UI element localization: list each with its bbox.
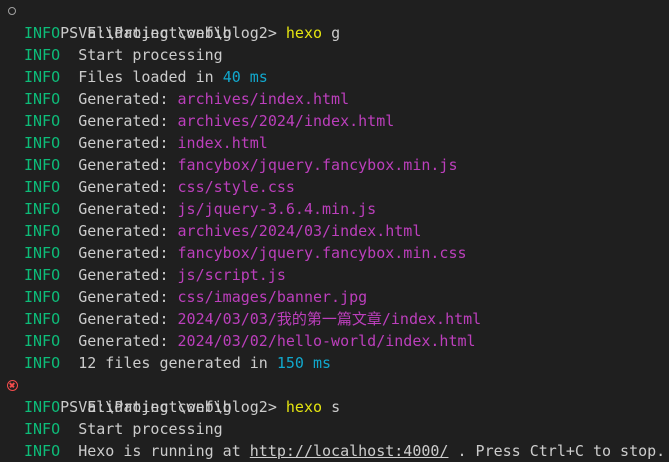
info-tag: INFO (24, 46, 61, 64)
log-message: Start processing (78, 46, 223, 64)
prompt-line-1: PS E:\Project\web\blog2> hexo g (0, 0, 669, 42)
log-line: INFO Generated: index.html (0, 132, 669, 154)
info-tag: INFO (24, 442, 61, 460)
log-line: INFO Generated: css/images/banner.jpg (0, 286, 669, 308)
duration-value: 150 ms (276, 354, 332, 372)
info-tag: INFO (24, 398, 61, 416)
log-message: Generated: (78, 288, 169, 306)
info-tag: INFO (24, 112, 61, 130)
generated-path: css/style.css (177, 178, 295, 196)
prompt-line-2: PS E:\Project\web\blog2> hexo s (0, 374, 669, 416)
log-message: Generated: (78, 222, 169, 240)
log-message: Start processing (78, 420, 223, 438)
log-message: Validating config (78, 398, 232, 416)
log-line: INFO Generated: 2024/03/02/hello-world/i… (0, 330, 669, 352)
log-message: Generated: (78, 332, 169, 350)
log-line: INFO Files loaded in 40 ms (0, 66, 669, 88)
log-line: INFO Hexo is running at http://localhost… (0, 440, 669, 462)
generated-path: 2024/03/03/我的第一篇文章/index.html (177, 310, 482, 328)
log-line: INFO Generated: fancybox/jquery.fancybox… (0, 154, 669, 176)
info-tag: INFO (24, 156, 61, 174)
log-message: Generated: (78, 156, 169, 174)
info-tag: INFO (24, 288, 61, 306)
generated-path: archives/2024/index.html (177, 112, 395, 130)
log-line: INFO Start processing (0, 44, 669, 66)
log-line: INFO Generated: archives/index.html (0, 88, 669, 110)
server-url-link[interactable]: http://localhost:4000/ (250, 442, 449, 460)
info-tag: INFO (24, 24, 61, 42)
generated-path: 2024/03/02/hello-world/index.html (177, 332, 476, 350)
info-tag: INFO (24, 332, 61, 350)
info-tag: INFO (24, 90, 61, 108)
log-message: Hexo is running at (78, 442, 241, 460)
info-tag: INFO (24, 310, 61, 328)
log-line: INFO Generated: js/jquery-3.6.4.min.js (0, 198, 669, 220)
generated-path: fancybox/jquery.fancybox.min.js (177, 156, 458, 174)
info-tag: INFO (24, 354, 61, 372)
info-tag: INFO (24, 68, 61, 86)
log-message: Generated: (78, 200, 169, 218)
info-tag: INFO (24, 244, 61, 262)
generated-path: archives/2024/03/index.html (177, 222, 422, 240)
log-message: Validating config (78, 24, 232, 42)
log-line: INFO Generated: archives/2024/03/index.h… (0, 220, 669, 242)
generated-path: index.html (177, 134, 268, 152)
generated-path: archives/index.html (177, 90, 350, 108)
duration-value: 40 ms (222, 68, 268, 86)
log-message: Generated: (78, 134, 169, 152)
log-message: Files loaded in (78, 68, 214, 86)
info-tag: INFO (24, 266, 61, 284)
log-message: . Press Ctrl+C to stop. (457, 442, 666, 460)
log-line: INFO Generated: css/style.css (0, 176, 669, 198)
log-message: Generated: (78, 178, 169, 196)
log-message: Generated: (78, 310, 169, 328)
info-tag: INFO (24, 222, 61, 240)
generated-path: fancybox/jquery.fancybox.min.css (177, 244, 467, 262)
log-line: INFO 12 files generated in 150 ms (0, 352, 669, 374)
log-message: Generated: (78, 90, 169, 108)
log-line: INFO Generated: 2024/03/03/我的第一篇文章/index… (0, 308, 669, 330)
terminal-panel[interactable]: PS E:\Project\web\blog2> hexo g INFO Val… (0, 0, 669, 462)
info-tag: INFO (24, 420, 61, 438)
log-line: INFO Start processing (0, 418, 669, 440)
info-tag: INFO (24, 134, 61, 152)
log-message: 12 files generated in (78, 354, 268, 372)
generated-path: js/jquery-3.6.4.min.js (177, 200, 377, 218)
log-message: Generated: (78, 266, 169, 284)
log-line: INFO Generated: archives/2024/index.html (0, 110, 669, 132)
info-tag: INFO (24, 178, 61, 196)
log-line: INFO Generated: fancybox/jquery.fancybox… (0, 242, 669, 264)
log-message: Generated: (78, 112, 169, 130)
log-line: INFO Generated: js/script.js (0, 264, 669, 286)
generated-path: js/script.js (177, 266, 286, 284)
info-tag: INFO (24, 200, 61, 218)
command-error-icon[interactable] (5, 374, 19, 396)
log-line: INFO Validating config (0, 22, 669, 44)
generated-path: css/images/banner.jpg (177, 288, 368, 306)
log-message: Generated: (78, 244, 169, 262)
log-line: INFO Validating config (0, 396, 669, 418)
command-success-icon[interactable] (5, 0, 19, 22)
